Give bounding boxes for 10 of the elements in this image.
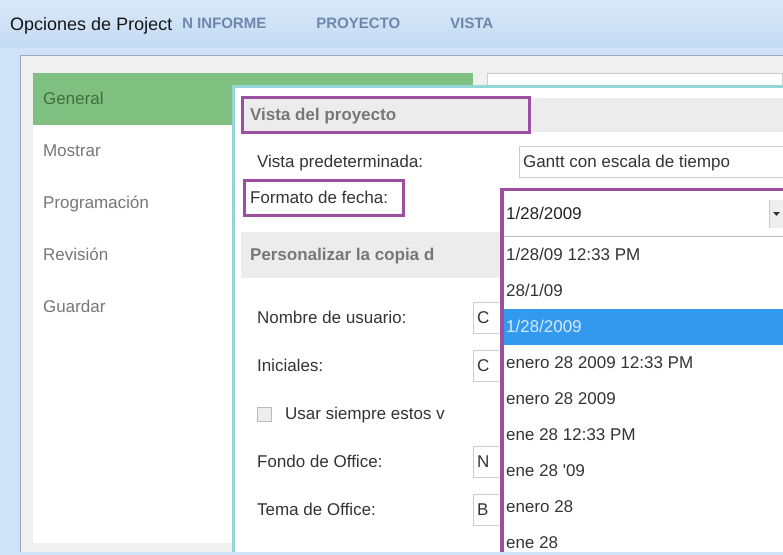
field-label: Vista predeterminada: (257, 151, 424, 174)
field-label: Formato de fecha: (243, 179, 405, 217)
field-label: Iniciales: (257, 355, 324, 378)
section-heading: Personalizar la copia d (249, 244, 436, 266)
section-heading: Vista del proyecto (241, 96, 531, 134)
field-label: Tema de Office: (257, 499, 376, 522)
field-label: Fondo de Office: (257, 451, 382, 474)
field-label: Nombre de usuario: (257, 307, 406, 330)
window-title: Opciones de Project (10, 12, 172, 36)
checkbox-label: Usar siempre estos v (285, 403, 445, 426)
